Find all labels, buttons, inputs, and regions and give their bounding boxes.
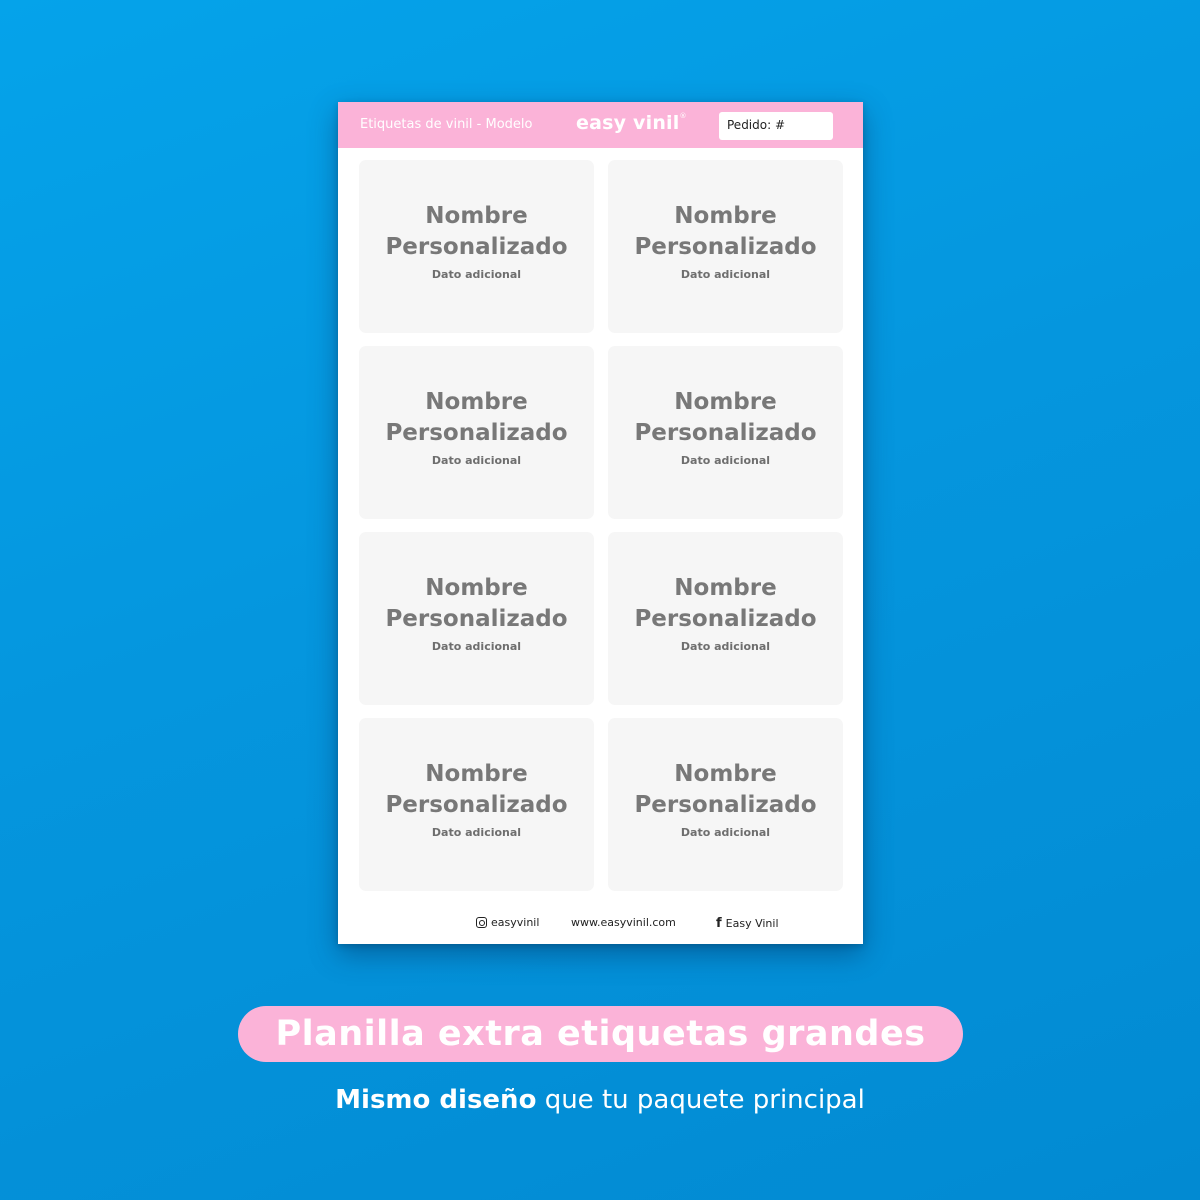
banner-title: Planilla extra etiquetas grandes [275, 1014, 926, 1054]
label-name: Nombre Personalizado [608, 759, 843, 821]
label-sheet: Etiquetas de vinil - Modelo easy vinil® … [338, 102, 863, 944]
label-name: Nombre Personalizado [359, 387, 594, 449]
label-extra-info: Dato adicional [431, 268, 522, 281]
footer-instagram: easyvinil [476, 916, 539, 929]
label-card: Nombre Personalizado Dato adicional [359, 160, 594, 333]
label-name-line1: Nombre [425, 203, 528, 229]
label-name: Nombre Personalizado [608, 201, 843, 263]
label-extra-info: Dato adicional [680, 268, 771, 281]
label-name-line2: Personalizado [385, 234, 568, 260]
tagline-rest: que tu paquete principal [536, 1085, 865, 1115]
banner-pill: Planilla extra etiquetas grandes [238, 1006, 963, 1062]
label-name: Nombre Personalizado [359, 759, 594, 821]
label-name: Nombre Personalizado [359, 201, 594, 263]
brand-name: easy vinil [576, 112, 680, 134]
label-name-line2: Personalizado [385, 792, 568, 818]
label-name-line1: Nombre [674, 389, 777, 415]
label-card: Nombre Personalizado Dato adicional [608, 160, 843, 333]
label-name-line1: Nombre [425, 761, 528, 787]
website-link: www.easyvinil.com [571, 916, 676, 929]
label-name-line1: Nombre [674, 203, 777, 229]
label-name-line1: Nombre [674, 575, 777, 601]
instagram-handle: easyvinil [491, 916, 540, 929]
label-card: Nombre Personalizado Dato adicional [608, 532, 843, 705]
label-card: Nombre Personalizado Dato adicional [608, 346, 843, 519]
label-name-line2: Personalizado [385, 606, 568, 632]
label-card: Nombre Personalizado Dato adicional [359, 718, 594, 891]
label-name: Nombre Personalizado [608, 387, 843, 449]
label-name: Nombre Personalizado [608, 573, 843, 635]
order-number-field: Pedido: # [719, 112, 833, 140]
facebook-icon: f [716, 916, 722, 931]
sheet-title: Etiquetas de vinil - Modelo [360, 117, 533, 132]
label-name-line2: Personalizado [634, 420, 817, 446]
label-name-line1: Nombre [425, 389, 528, 415]
label-card: Nombre Personalizado Dato adicional [359, 346, 594, 519]
footer-website: www.easyvinil.com [571, 916, 676, 929]
brand-mark: ® [679, 112, 687, 120]
label-extra-info: Dato adicional [431, 640, 522, 653]
brand-logo: easy vinil® [576, 112, 687, 134]
tagline: Mismo diseño que tu paquete principal [0, 1085, 1200, 1115]
label-extra-info: Dato adicional [431, 454, 522, 467]
label-name: Nombre Personalizado [359, 573, 594, 635]
label-name-line1: Nombre [425, 575, 528, 601]
label-extra-info: Dato adicional [431, 826, 522, 839]
label-extra-info: Dato adicional [680, 826, 771, 839]
label-name-line2: Personalizado [634, 792, 817, 818]
footer-facebook: f Easy Vinil [716, 916, 779, 931]
facebook-page: Easy Vinil [725, 917, 779, 930]
label-name-line2: Personalizado [634, 606, 817, 632]
instagram-icon [476, 917, 487, 928]
label-card: Nombre Personalizado Dato adicional [359, 532, 594, 705]
label-extra-info: Dato adicional [680, 640, 771, 653]
label-name-line2: Personalizado [634, 234, 817, 260]
label-name-line1: Nombre [674, 761, 777, 787]
label-name-line2: Personalizado [385, 420, 568, 446]
label-card: Nombre Personalizado Dato adicional [608, 718, 843, 891]
sheet-header: Etiquetas de vinil - Modelo easy vinil® … [338, 102, 863, 148]
tagline-bold: Mismo diseño [335, 1085, 537, 1115]
label-extra-info: Dato adicional [680, 454, 771, 467]
